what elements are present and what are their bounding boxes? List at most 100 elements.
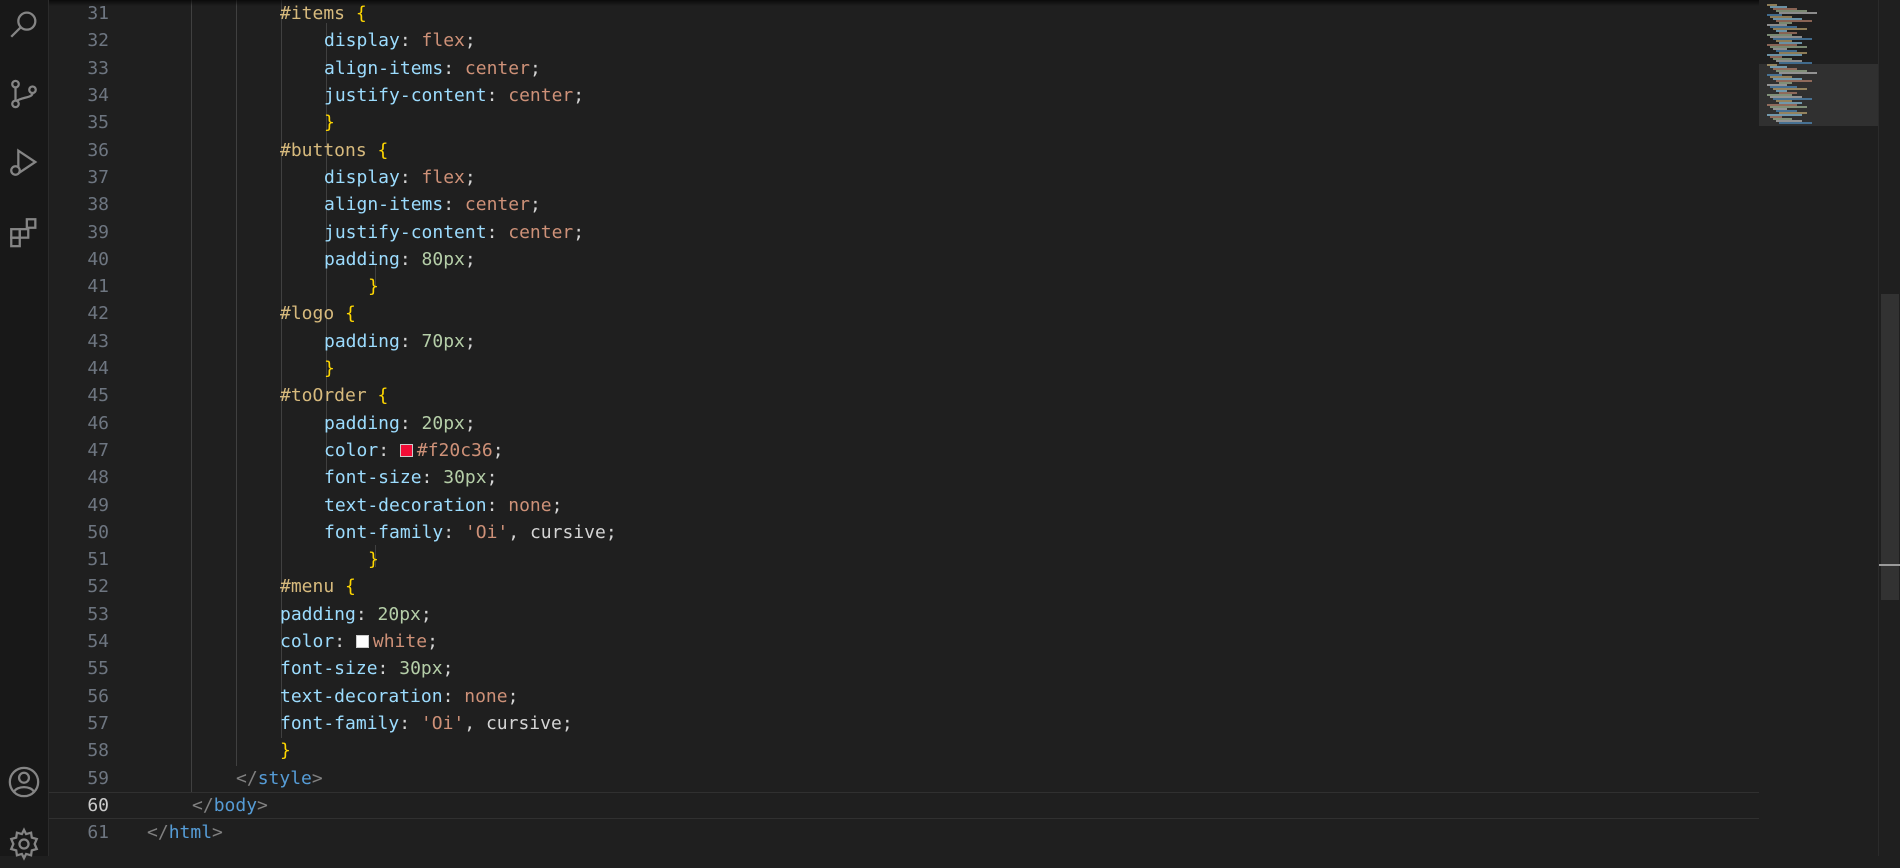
code-line[interactable]: 43 padding: 70px; <box>49 328 1759 355</box>
code-line[interactable]: 55 font-size: 30px; <box>49 655 1759 682</box>
code-line[interactable]: 40 padding: 80px; <box>49 246 1759 273</box>
code-text[interactable]: </html> <box>147 822 223 843</box>
code-line[interactable]: 35} <box>49 109 1759 136</box>
scrollbar-thumb[interactable] <box>1881 294 1899 600</box>
code-line[interactable]: 34 justify-content: center; <box>49 82 1759 109</box>
code-line[interactable]: 47 color: #f20c36; <box>49 437 1759 464</box>
code-text[interactable]: font-size: 30px; <box>324 467 497 488</box>
code-text[interactable]: padding: 20px; <box>324 413 476 434</box>
color-swatch[interactable] <box>355 635 369 649</box>
color-swatch[interactable] <box>399 443 413 457</box>
code-text[interactable]: font-family: 'Oi', cursive; <box>280 713 573 734</box>
code-text[interactable]: } <box>324 358 335 379</box>
code-text[interactable]: #items { <box>280 3 367 24</box>
code-line[interactable]: 41} <box>49 273 1759 300</box>
minimap-line <box>1779 12 1817 14</box>
account-icon[interactable] <box>0 758 48 806</box>
source-control-icon[interactable] <box>0 70 48 118</box>
code-text[interactable]: color: white; <box>280 631 438 652</box>
code-text[interactable]: padding: 70px; <box>324 331 476 352</box>
code-text[interactable]: #menu { <box>280 576 356 597</box>
code-line[interactable]: 49 text-decoration: none; <box>49 491 1759 518</box>
line-number: 56 <box>87 685 109 707</box>
line-number: 43 <box>87 330 109 352</box>
code-line[interactable]: 50 font-family: 'Oi', cursive; <box>49 519 1759 546</box>
line-number: 46 <box>87 412 109 434</box>
line-number: 45 <box>87 385 109 407</box>
code-line[interactable]: 61 </html> <box>49 819 1759 846</box>
line-number: 44 <box>87 358 109 380</box>
code-line[interactable]: 38 align-items: center; <box>49 191 1759 218</box>
line-number: 34 <box>87 85 109 107</box>
code-line[interactable]: 53 padding: 20px; <box>49 601 1759 628</box>
code-text[interactable]: justify-content: center; <box>324 85 584 106</box>
scrollbar-cursor-marker <box>1879 564 1900 566</box>
code-line[interactable]: 56 text-decoration: none; <box>49 683 1759 710</box>
code-text[interactable]: text-decoration: none; <box>324 495 562 516</box>
code-text[interactable]: justify-content: center; <box>324 222 584 243</box>
code-text[interactable]: padding: 20px; <box>280 604 432 625</box>
line-number: 54 <box>87 631 109 653</box>
vertical-scrollbar[interactable] <box>1878 0 1900 856</box>
line-number: 39 <box>87 221 109 243</box>
line-number: 38 <box>87 194 109 216</box>
code-line[interactable]: 57 font-family: 'Oi', cursive; <box>49 710 1759 737</box>
line-number: 49 <box>87 494 109 516</box>
minimap-line <box>1779 72 1817 74</box>
code-line[interactable]: 39 justify-content: center; <box>49 218 1759 245</box>
code-editor[interactable]: 31 #items {32 display: flex; 33 align-items:… <box>49 0 1759 856</box>
code-line[interactable]: 37 display: flex; <box>49 164 1759 191</box>
code-text[interactable]: </body> <box>192 795 268 816</box>
code-text[interactable]: align-items: center; <box>324 58 541 79</box>
code-text[interactable]: color: #f20c36; <box>324 440 504 461</box>
line-number: 35 <box>87 112 109 134</box>
line-number: 55 <box>87 658 109 680</box>
code-text[interactable]: } <box>324 112 335 133</box>
code-text[interactable]: #logo { <box>280 303 356 324</box>
code-text[interactable]: } <box>368 549 379 570</box>
code-text[interactable]: #toOrder { <box>280 385 388 406</box>
line-number: 42 <box>87 303 109 325</box>
code-line[interactable]: 52 #menu { <box>49 573 1759 600</box>
code-text[interactable]: display: flex; <box>324 167 476 188</box>
code-text[interactable]: } <box>280 740 291 761</box>
code-text[interactable]: </style> <box>236 768 323 789</box>
line-number: 36 <box>87 139 109 161</box>
minimap-line <box>1779 122 1812 124</box>
settings-gear-icon[interactable] <box>0 820 48 868</box>
line-number: 52 <box>87 576 109 598</box>
line-number: 61 <box>87 822 109 844</box>
code-line[interactable]: 42 #logo { <box>49 300 1759 327</box>
line-number: 40 <box>87 248 109 270</box>
code-text[interactable]: align-items: center; <box>324 194 541 215</box>
code-text[interactable]: #buttons { <box>280 140 388 161</box>
code-line[interactable]: 44} <box>49 355 1759 382</box>
code-line[interactable]: 54 color: white; <box>49 628 1759 655</box>
line-number: 33 <box>87 57 109 79</box>
minimap[interactable] <box>1759 0 1878 856</box>
code-line[interactable]: 60 </body> <box>49 791 1759 819</box>
line-number: 57 <box>87 712 109 734</box>
run-debug-icon[interactable] <box>0 138 48 186</box>
code-text[interactable]: display: flex; <box>324 30 476 51</box>
code-text[interactable]: text-decoration: none; <box>280 686 518 707</box>
activity-bar <box>0 0 49 861</box>
code-text[interactable]: font-family: 'Oi', cursive; <box>324 522 617 543</box>
code-line[interactable]: 36 #buttons { <box>49 137 1759 164</box>
extensions-icon[interactable] <box>0 208 48 256</box>
code-line[interactable]: 48 font-size: 30px; <box>49 464 1759 491</box>
line-number: 41 <box>87 276 109 298</box>
code-text[interactable]: } <box>368 276 379 297</box>
code-line[interactable]: 59 </style> <box>49 764 1759 791</box>
code-line[interactable]: 33 align-items: center; <box>49 55 1759 82</box>
code-line[interactable]: 58} <box>49 737 1759 764</box>
code-text[interactable]: padding: 80px; <box>324 249 476 270</box>
code-line[interactable]: 45 #toOrder { <box>49 382 1759 409</box>
search-icon[interactable] <box>0 0 48 48</box>
code-line[interactable]: 51} <box>49 546 1759 573</box>
scroll-shadow <box>49 0 1759 6</box>
code-line[interactable]: 46 padding: 20px; <box>49 410 1759 437</box>
code-text[interactable]: font-size: 30px; <box>280 658 453 679</box>
line-number: 32 <box>87 30 109 52</box>
code-line[interactable]: 32 display: flex; <box>49 27 1759 54</box>
